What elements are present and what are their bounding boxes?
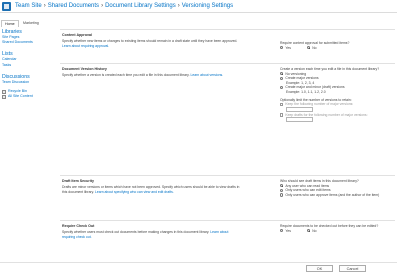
section-draft-security: Draft Item Security Drafts are minor ver… xyxy=(60,175,395,218)
breadcrumb-separator: › xyxy=(43,3,46,9)
versioning-settings-form: Content Approval Specify whether new ite… xyxy=(60,29,397,273)
approval-no-label[interactable]: No xyxy=(312,46,316,50)
site-content-icon xyxy=(2,94,6,99)
nav-all-site-content[interactable]: All Site Content xyxy=(2,94,56,99)
section-description: Drafts are minor versions or items which… xyxy=(62,185,240,194)
breadcrumb-library-settings[interactable]: Document Library Settings xyxy=(105,3,176,9)
section-title: Document Version History xyxy=(62,67,107,71)
section-description: Specify whether new items or changes to … xyxy=(62,39,240,48)
approval-yes-label[interactable]: Yes xyxy=(285,46,291,50)
top-header: Team Site › Shared Documents › Document Libr… xyxy=(0,0,397,13)
approvers-only-label[interactable]: Only users who can approve items (and th… xyxy=(285,193,379,197)
section-title: Content Approval xyxy=(62,33,93,37)
breadcrumb-current-page: Versioning Settings xyxy=(181,3,234,9)
learn-drafts-link[interactable]: Learn about specifying who can view and … xyxy=(95,190,174,194)
major-versions-radio[interactable] xyxy=(280,76,284,80)
breadcrumb: Team Site › Shared Documents › Document Libr… xyxy=(15,3,233,9)
keep-drafts-label: Keep drafts for the following number of … xyxy=(285,112,368,117)
require-checkout-question: Require documents to be checked out befo… xyxy=(280,224,379,228)
any-reader-radio[interactable] xyxy=(280,184,284,188)
section-description: Specify whether a version is created eac… xyxy=(62,73,240,78)
ok-button[interactable]: OK xyxy=(306,265,333,272)
require-checkout-radio-group: Yes No xyxy=(280,229,395,234)
section-description-text: Specify whether new items or changes to … xyxy=(62,39,238,43)
breadcrumb-separator: › xyxy=(177,3,180,9)
no-versioning-radio[interactable] xyxy=(280,72,284,76)
site-logo-icon[interactable] xyxy=(2,2,11,11)
keep-drafts-number-row xyxy=(280,117,395,123)
major-versions-label[interactable]: Create major versions xyxy=(285,76,318,80)
breadcrumb-shared-documents[interactable]: Shared Documents xyxy=(48,3,99,9)
learn-approval-link[interactable]: Learn about requiring approval. xyxy=(62,44,109,48)
learn-versions-link[interactable]: Learn about versions. xyxy=(190,73,223,77)
draft-security-control: Who should see draft items in this docum… xyxy=(280,179,395,197)
top-nav-tabs: Home Marketing xyxy=(0,19,397,28)
section-title: Require Check Out xyxy=(62,224,95,228)
no-versioning-label[interactable]: No versioning xyxy=(285,72,306,76)
section-description-text: Specify whether a version is created eac… xyxy=(62,73,190,77)
section-content-approval: Content Approval Specify whether new ite… xyxy=(60,29,395,60)
version-history-control: Create a version each time you edit a fi… xyxy=(280,67,395,123)
keep-major-label: Keep the following number of major versi… xyxy=(285,102,354,107)
content-approval-control: Require content approval for submitted i… xyxy=(280,41,395,50)
recycle-bin-icon xyxy=(2,89,6,94)
tab-marketing[interactable]: Marketing xyxy=(20,20,42,27)
any-reader-label[interactable]: Any user who can read items xyxy=(285,184,329,188)
quick-launch: Libraries Site Pages Shared Documents Li… xyxy=(0,29,56,99)
section-description-text: Specify whether users must check out doc… xyxy=(62,230,210,234)
checkout-yes-label[interactable]: Yes xyxy=(285,229,291,233)
cancel-button[interactable]: Cancel xyxy=(339,265,366,272)
approval-yes-radio[interactable] xyxy=(280,46,284,50)
approval-no-radio[interactable] xyxy=(306,46,311,50)
tab-home[interactable]: Home xyxy=(1,20,19,27)
require-checkout-control: Require documents to be checked out befo… xyxy=(280,224,395,233)
major-minor-versions-label[interactable]: Create major and minor (draft) versions xyxy=(285,85,344,89)
keep-major-number-input[interactable] xyxy=(286,106,313,112)
form-button-bar: OK Cancel xyxy=(0,262,397,273)
checkout-yes-radio[interactable] xyxy=(280,229,284,233)
major-minor-versions-radio[interactable] xyxy=(280,85,284,90)
section-description: Specify whether users must check out doc… xyxy=(62,230,240,239)
editors-only-label[interactable]: Only users who can edit items xyxy=(285,188,330,192)
breadcrumb-separator: › xyxy=(101,3,104,9)
content-approval-radio-group: Yes No xyxy=(280,46,395,51)
breadcrumb-team-site[interactable]: Team Site xyxy=(15,3,42,9)
checkout-no-radio[interactable] xyxy=(306,229,311,233)
keep-drafts-number-input[interactable] xyxy=(286,117,313,123)
section-title: Draft Item Security xyxy=(62,179,94,183)
section-version-history: Document Version History Specify whether… xyxy=(60,63,395,174)
editors-only-radio[interactable] xyxy=(280,188,284,192)
keep-drafts-checkbox[interactable] xyxy=(280,113,284,117)
approvers-only-radio[interactable] xyxy=(280,193,284,197)
checkout-no-label[interactable]: No xyxy=(312,229,316,233)
option-approvers-only[interactable]: Only users who can approve items (and th… xyxy=(280,193,395,198)
section-require-checkout: Require Check Out Specify whether users … xyxy=(60,220,395,260)
keep-major-checkbox[interactable] xyxy=(280,102,284,106)
nav-all-site-content-label: All Site Content xyxy=(8,94,33,99)
